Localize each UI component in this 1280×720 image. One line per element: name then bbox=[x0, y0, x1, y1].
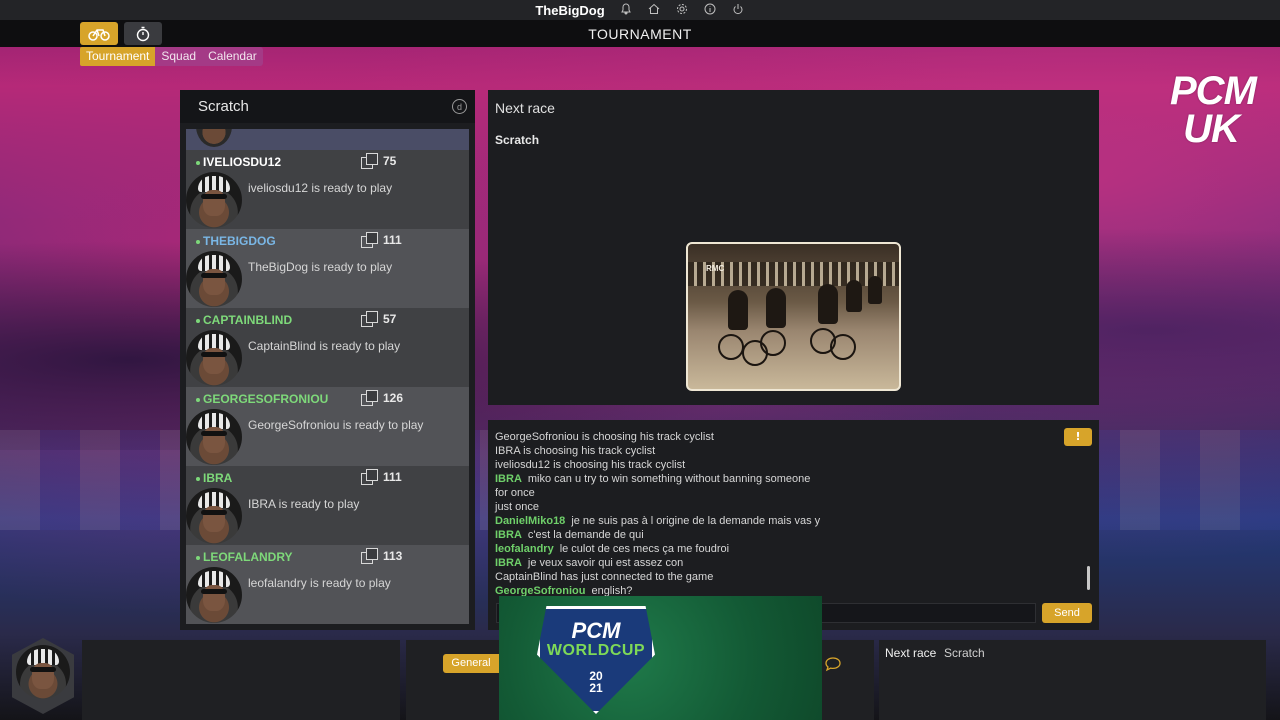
chat-bubble-icon[interactable] bbox=[824, 656, 842, 672]
home-icon[interactable] bbox=[647, 3, 661, 17]
section-tabs: Tournament Squad Calendar bbox=[80, 47, 263, 66]
chat-message: CaptainBlind has just connected to the g… bbox=[495, 571, 714, 583]
page-title: TOURNAMENT bbox=[588, 25, 692, 42]
bottom-next-race-value: Scratch bbox=[944, 646, 985, 660]
info-icon[interactable] bbox=[703, 3, 717, 17]
list-item: LEOFALANDRY 113 leofalandry is ready to … bbox=[186, 545, 469, 624]
power-icon[interactable] bbox=[731, 3, 745, 17]
avatar bbox=[186, 567, 242, 623]
bell-icon[interactable] bbox=[619, 3, 633, 17]
chat-author: DanielMiko18 bbox=[495, 515, 566, 527]
avatar bbox=[186, 251, 242, 307]
avatar bbox=[186, 172, 242, 228]
player-status: GeorgeSofroniou is ready to play bbox=[248, 418, 424, 432]
player-status: iveliosdu12 is ready to play bbox=[248, 181, 393, 195]
list-item: CAPTAINBLIND 57 CaptainBlind is ready to… bbox=[186, 308, 469, 387]
chat-author: leofalandry bbox=[495, 543, 554, 555]
chat-messages: GeorgeSofroniou is choosing his track cy… bbox=[495, 430, 1055, 598]
chat-message: IBRA c'est la demande de qui bbox=[495, 529, 644, 541]
worldcup-line1: PCM bbox=[571, 618, 621, 643]
chat-message: just once bbox=[495, 501, 540, 513]
bottom-left-panel bbox=[82, 640, 400, 720]
chat-message: leofalandry le culot de ces mecs ça me fo… bbox=[495, 543, 730, 555]
avatar bbox=[186, 330, 242, 386]
list-item bbox=[186, 129, 469, 150]
worldcup-logo: PCM WORLDCUP 20 21 bbox=[537, 606, 655, 714]
chat-message: for once bbox=[495, 487, 535, 499]
rank-icon bbox=[361, 548, 378, 564]
player-status: leofalandry is ready to play bbox=[248, 576, 391, 590]
next-race-name: Scratch bbox=[495, 133, 540, 147]
bottom-next-race-label: Next race bbox=[885, 646, 937, 660]
list-item: THEBIGDOG 111 TheBigDog is ready to play bbox=[186, 229, 469, 308]
tab-calendar[interactable]: Calendar bbox=[202, 47, 263, 66]
worldcup-overlay: PCM WORLDCUP 20 21 bbox=[499, 596, 822, 720]
player-name: THEBIGDOG bbox=[196, 234, 276, 248]
list-item: GEORGESOFRONIOU 126 GeorgeSofroniou is r… bbox=[186, 387, 469, 466]
player-status: TheBigDog is ready to play bbox=[248, 260, 393, 274]
rank-icon bbox=[361, 469, 378, 485]
chat-message: iveliosdu12 is choosing his track cyclis… bbox=[495, 459, 686, 471]
username-label: TheBigDog bbox=[535, 2, 605, 18]
chat-message: IBRA is choosing his track cyclist bbox=[495, 445, 656, 457]
tab-tournament[interactable]: Tournament bbox=[80, 47, 156, 66]
players-panel-header: Scratch d bbox=[180, 90, 475, 123]
chat-message: GeorgeSofroniou is choosing his track cy… bbox=[495, 431, 714, 443]
players-panel: Scratch d IVELIOSDU12 75 iveliosdu12 is … bbox=[180, 90, 475, 630]
photo-sign: RMC bbox=[706, 264, 725, 273]
settings-icon[interactable] bbox=[675, 3, 689, 17]
player-name: LEOFALANDRY bbox=[196, 550, 293, 564]
stopwatch-icon bbox=[136, 26, 150, 41]
player-name: IBRA bbox=[196, 471, 232, 485]
chat-author: IBRA bbox=[495, 557, 522, 569]
avatar bbox=[186, 409, 242, 465]
page-title-bar: TOURNAMENT bbox=[0, 20, 1280, 47]
player-status: IBRA is ready to play bbox=[248, 497, 360, 511]
general-channel-button[interactable]: General bbox=[443, 654, 499, 673]
rank-icon bbox=[361, 232, 378, 248]
player-rank: 57 bbox=[361, 311, 396, 327]
next-race-panel: Next race Scratch RMC bbox=[488, 90, 1099, 405]
rank-icon bbox=[361, 311, 378, 327]
next-race-title: Next race bbox=[495, 100, 555, 116]
list-item: IBRA 111 IBRA is ready to play bbox=[186, 466, 469, 545]
worldcup-line2: WORLDCUP bbox=[546, 642, 646, 659]
profile-avatar[interactable] bbox=[16, 645, 70, 699]
bike-icon bbox=[88, 28, 110, 41]
top-bar: TheBigDog bbox=[0, 0, 1280, 20]
chat-scrollbar[interactable] bbox=[1087, 566, 1090, 590]
player-rank: 126 bbox=[361, 390, 403, 406]
avatar bbox=[186, 488, 242, 544]
race-type-icon[interactable]: d bbox=[452, 99, 467, 114]
player-rank: 111 bbox=[361, 469, 402, 485]
send-button[interactable]: Send bbox=[1042, 603, 1092, 623]
player-name: IVELIOSDU12 bbox=[196, 155, 281, 169]
player-name: CAPTAINBLIND bbox=[196, 313, 292, 327]
chat-author: IBRA bbox=[495, 529, 522, 541]
pcm-uk-logo: PCM UK bbox=[1170, 69, 1257, 151]
worldcup-year: 20 21 bbox=[589, 669, 603, 695]
players-panel-title: Scratch bbox=[198, 98, 249, 115]
player-status: CaptainBlind is ready to play bbox=[248, 339, 401, 353]
race-photo: RMC bbox=[686, 242, 901, 391]
timer-mode-button[interactable] bbox=[124, 22, 162, 45]
report-button[interactable]: ! bbox=[1064, 428, 1092, 446]
bottom-next-race-panel: Next race Scratch bbox=[879, 640, 1266, 720]
player-name: GEORGESOFRONIOU bbox=[196, 392, 328, 406]
players-list[interactable]: IVELIOSDU12 75 iveliosdu12 is ready to p… bbox=[186, 129, 469, 624]
player-rank: 75 bbox=[361, 153, 396, 169]
rank-icon bbox=[361, 390, 378, 406]
chat-message: IBRA miko can u try to win something with… bbox=[495, 473, 811, 485]
rank-icon bbox=[361, 153, 378, 169]
chat-message: DanielMiko18 je ne suis pas à l origine d… bbox=[495, 515, 821, 527]
chat-message: IBRA je veux savoir qui est assez con bbox=[495, 557, 684, 569]
tab-squad[interactable]: Squad bbox=[155, 47, 203, 66]
avatar bbox=[196, 129, 232, 147]
player-rank: 111 bbox=[361, 232, 402, 248]
list-item: IVELIOSDU12 75 iveliosdu12 is ready to p… bbox=[186, 150, 469, 229]
chat-author: IBRA bbox=[495, 473, 522, 485]
cycling-mode-button[interactable] bbox=[80, 22, 118, 45]
player-rank: 113 bbox=[361, 548, 402, 564]
